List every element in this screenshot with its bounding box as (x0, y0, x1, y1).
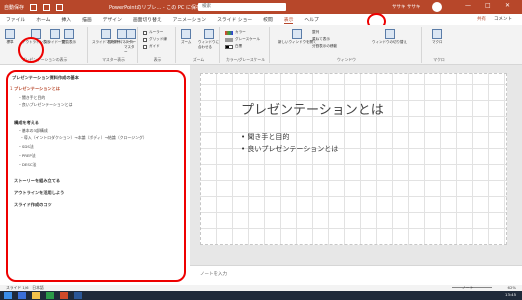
group-show: ルーラー グリッド線 ガイド 表示 (140, 27, 176, 63)
grayscale-button[interactable]: グレースケール (225, 37, 260, 42)
move-split-button[interactable]: 分割表示の移動 (312, 44, 337, 49)
save-icon[interactable] (30, 3, 38, 11)
group-presentation-views: 標準 アウトライン表示 スライド一覧 閲覧表示 プレゼンテーションの表示 (2, 27, 88, 63)
powerpoint-icon[interactable] (60, 292, 68, 299)
notes-placeholder: ノートを入力 (200, 272, 227, 277)
slide-bullet[interactable]: • 良いプレゼンテーションとは (241, 144, 338, 154)
slide-title[interactable]: プレゼンテーションとは (241, 99, 384, 118)
avatar[interactable] (432, 2, 442, 12)
tab-review[interactable]: 校閲 (263, 16, 273, 23)
reading-view-icon (64, 29, 74, 39)
tab-view[interactable]: 表示 (283, 16, 294, 24)
start-icon[interactable] (4, 292, 12, 299)
document-title: PowerPointのリブレ... - この PC に保存済み (109, 4, 211, 11)
notes-pane[interactable]: ノートを入力 (190, 265, 522, 285)
ribbon-tabs: ファイル ホーム 挿入 描画 デザイン 画面切り替え アニメーション スライド … (0, 14, 522, 25)
clock: 13:45 (505, 292, 516, 297)
tab-design[interactable]: デザイン (103, 16, 122, 23)
tab-help[interactable]: ヘルプ (304, 16, 318, 23)
notes-master-button[interactable]: ノートマスター (124, 29, 137, 55)
switch-windows-icon (384, 29, 395, 39)
slide-bullet[interactable]: • 聞き手と目的 (241, 132, 289, 142)
normal-view-icon (5, 29, 15, 39)
ruler-checkbox[interactable]: ルーラー (143, 30, 163, 35)
minimize-button[interactable]: — (465, 2, 471, 9)
group-macros: マクロ マクロ (424, 27, 454, 63)
switch-windows-button[interactable]: ウィンドウの切り替え (372, 29, 407, 45)
group-window: 新しいウィンドウを開く 整列 重ねて表示 分割表示の移動 ウィンドウの切り替え … (272, 27, 422, 63)
group-master-views: スライドマスター 配布資料マスター ノートマスター マスター表示 (90, 27, 138, 63)
new-window-icon (292, 29, 303, 39)
fit-to-window-button[interactable]: ウィンドウに合わせる (198, 29, 219, 50)
tab-insert[interactable]: 挿入 (61, 16, 71, 23)
normal-view-button[interactable]: 標準 (5, 29, 15, 45)
tab-animations[interactable]: アニメーション (173, 16, 206, 23)
close-button[interactable]: ✕ (505, 2, 510, 9)
outline-highlight (6, 70, 186, 282)
group-zoom: ズーム ウィンドウに合わせる ズーム (178, 27, 220, 63)
undo-icon[interactable] (43, 3, 51, 11)
taskbar: 13:45 (0, 291, 522, 300)
excel-icon[interactable] (46, 292, 54, 299)
guides-checkbox[interactable]: ガイド (143, 44, 160, 49)
slide-editor: プレゼンテーションとは • 聞き手と目的 • 良いプレゼンテーションとは (190, 65, 522, 265)
slide-sorter-icon (49, 29, 60, 39)
notes-master-icon (125, 29, 136, 39)
edge-icon[interactable] (18, 292, 26, 299)
macro-icon (432, 29, 443, 39)
outline-view-highlight (18, 37, 44, 63)
fit-window-icon (203, 29, 214, 39)
cascade-button[interactable]: 重ねて表示 (312, 37, 330, 42)
group-color: カラー グレースケール 白黒 カラー/グレースケール (222, 27, 270, 63)
black-white-button[interactable]: 白黒 (225, 44, 242, 49)
reading-view-button[interactable]: 閲覧表示 (62, 29, 76, 45)
word-icon[interactable] (74, 292, 82, 299)
title-bar: 自動保存 PowerPointのリブレ... - この PC に保存済み 検索 … (0, 0, 522, 14)
share-button[interactable]: 共有 (477, 16, 486, 22)
autosave-toggle[interactable]: 自動保存 (4, 4, 24, 11)
tab-draw[interactable]: 描画 (82, 16, 92, 23)
search-input[interactable]: 検索 (198, 3, 286, 11)
folder-icon[interactable] (32, 292, 40, 299)
tab-slideshow[interactable]: スライド ショー (217, 16, 252, 23)
color-button[interactable]: カラー (225, 30, 246, 35)
new-window-button[interactable]: 新しいウィンドウを開く (278, 29, 317, 45)
macros-button[interactable]: マクロ (432, 29, 443, 45)
user-name[interactable]: ササキ ササキ (392, 4, 420, 10)
redo-icon[interactable] (56, 3, 64, 11)
ribbon: 標準 アウトライン表示 スライド一覧 閲覧表示 プレゼンテーションの表示 スライ… (0, 25, 522, 65)
comment-button[interactable]: コメント (494, 16, 512, 22)
tab-file[interactable]: ファイル (6, 16, 25, 23)
arrange-all-button[interactable]: 整列 (312, 30, 319, 35)
slide-canvas[interactable]: プレゼンテーションとは • 聞き手と目的 • 良いプレゼンテーションとは (200, 73, 507, 245)
tab-home[interactable]: ホーム (36, 16, 50, 23)
gridlines-checkbox[interactable]: グリッド線 (143, 37, 167, 42)
maximize-button[interactable]: □ (485, 2, 491, 9)
zoom-button[interactable]: ズーム (181, 29, 191, 45)
zoom-icon (181, 29, 192, 39)
tab-transitions[interactable]: 画面切り替え (133, 16, 162, 23)
